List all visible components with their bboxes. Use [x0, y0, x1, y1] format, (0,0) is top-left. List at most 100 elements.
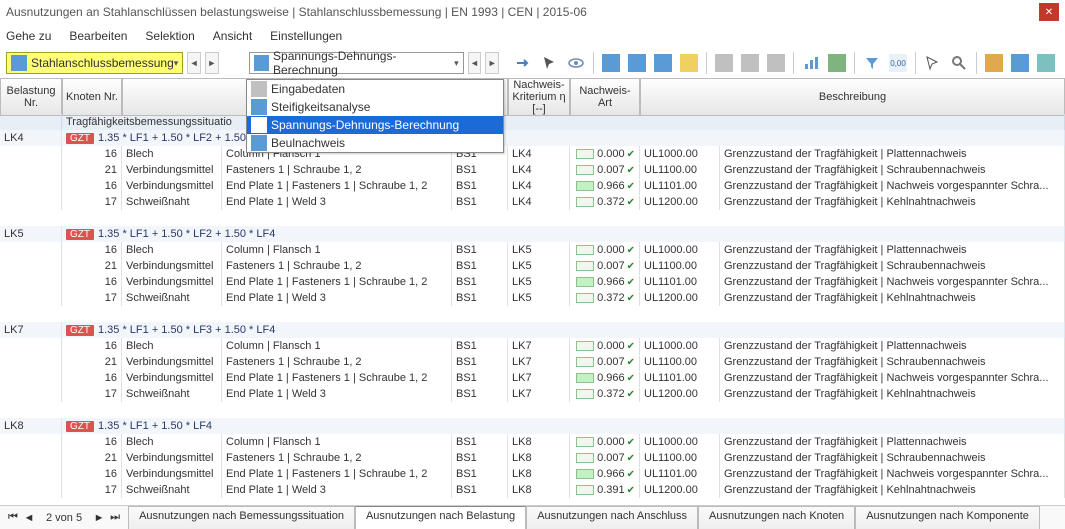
decimals-icon[interactable]: 0,00 — [886, 51, 910, 75]
cell-detail: Fasteners 1 | Schraube 1, 2 — [222, 162, 452, 178]
bar-icon — [576, 453, 594, 463]
dropdown-item-eingabedaten[interactable]: Eingabedaten — [247, 80, 503, 98]
cell-belastung — [0, 370, 62, 386]
search-icon[interactable] — [947, 51, 971, 75]
header-nachweisart[interactable]: Nachweis- Art — [570, 78, 640, 116]
footer-tabs: Ausnutzungen nach Bemessungssituation Au… — [128, 506, 1040, 529]
cell-knoten: 16 — [62, 466, 122, 482]
cell-detail: End Plate 1 | Fasteners 1 | Schraube 1, … — [222, 178, 452, 194]
cursor2-icon[interactable] — [921, 51, 945, 75]
arrow-icon[interactable] — [512, 51, 536, 75]
cell-belastung — [0, 178, 62, 194]
cell-desc: Grenzzustand der Tragfähigkeit | Kehlnah… — [720, 482, 1065, 498]
menu-edit[interactable]: Bearbeiten — [69, 29, 127, 43]
flag-icon[interactable] — [982, 51, 1006, 75]
next-page-button[interactable]: ► — [92, 512, 106, 524]
header-beschreibung[interactable]: Beschreibung — [640, 78, 1065, 116]
dropdown-item-spannung[interactable]: Spannungs-Dehnungs-Berechnung — [247, 116, 503, 134]
cell-code: UL1100.00 — [640, 258, 720, 274]
window3-icon[interactable] — [764, 51, 788, 75]
table-row[interactable]: 16BlechColumn | Flansch 1BS1LK50.000✔UL1… — [0, 242, 1065, 258]
header-knoten[interactable]: Knoten Nr. — [62, 78, 122, 116]
cell-eta: 0.372✔ — [570, 194, 640, 210]
eye-icon[interactable] — [564, 51, 588, 75]
ratio-icon[interactable] — [677, 51, 701, 75]
table-row[interactable]: 16VerbindungsmittelEnd Plate 1 | Fastene… — [0, 274, 1065, 290]
group-row[interactable]: LK8GZT1.35 * LF1 + 1.50 * LF4 — [0, 418, 1065, 434]
header-belastung[interactable]: Belastung Nr. — [0, 78, 62, 116]
beam2-icon[interactable] — [625, 51, 649, 75]
cell-desc: Grenzzustand der Tragfähigkeit | Platten… — [720, 146, 1065, 162]
menu-selection[interactable]: Selektion — [145, 29, 194, 43]
table-row[interactable]: 17SchweißnahtEnd Plate 1 | Weld 3BS1LK80… — [0, 482, 1065, 498]
cell-lk: LK4 — [508, 162, 570, 178]
table-row[interactable]: 16BlechColumn | Flansch 1BS1LK70.000✔UL1… — [0, 338, 1065, 354]
table-row[interactable]: 21VerbindungsmittelFasteners 1 | Schraub… — [0, 258, 1065, 274]
cell-bs: BS1 — [452, 386, 508, 402]
table-row[interactable]: 17SchweißnahtEnd Plate 1 | Weld 3BS1LK40… — [0, 194, 1065, 210]
table-row[interactable]: 21VerbindungsmittelFasteners 1 | Schraub… — [0, 450, 1065, 466]
excel-icon[interactable] — [825, 51, 849, 75]
nav-next-button[interactable]: ► — [205, 52, 219, 74]
cell-typ: Schweißnaht — [122, 290, 222, 306]
table-row[interactable]: 16VerbindungsmittelEnd Plate 1 | Fastene… — [0, 178, 1065, 194]
category-combo[interactable]: Stahlanschlussbemessung ▾ — [6, 52, 183, 74]
beam1-icon[interactable] — [599, 51, 623, 75]
table-row[interactable]: 16VerbindungsmittelEnd Plate 1 | Fastene… — [0, 466, 1065, 482]
tab-anschluss[interactable]: Ausnutzungen nach Anschluss — [526, 506, 698, 529]
cell-typ: Verbindungsmittel — [122, 258, 222, 274]
blank-row — [0, 402, 1065, 418]
cell-lk: LK7 — [508, 338, 570, 354]
tab-knoten[interactable]: Ausnutzungen nach Knoten — [698, 506, 855, 529]
tab-belastung[interactable]: Ausnutzungen nach Belastung — [355, 506, 526, 529]
filter-icon[interactable] — [860, 51, 884, 75]
table-row[interactable]: 17SchweißnahtEnd Plate 1 | Weld 3BS1LK70… — [0, 386, 1065, 402]
item-icon — [251, 99, 267, 115]
table-row[interactable]: 21VerbindungsmittelFasteners 1 | Schraub… — [0, 162, 1065, 178]
cell-bs: BS1 — [452, 482, 508, 498]
chart-icon[interactable] — [799, 51, 823, 75]
table-row[interactable]: 16BlechColumn | Flansch 1BS1LK40.000✔UL1… — [0, 146, 1065, 162]
table-row[interactable]: 21VerbindungsmittelFasteners 1 | Schraub… — [0, 354, 1065, 370]
dropdown-item-beulnachweis[interactable]: Beulnachweis — [247, 134, 503, 152]
cell-bs: BS1 — [452, 338, 508, 354]
window1-icon[interactable] — [712, 51, 736, 75]
combo-prev-button[interactable]: ◄ — [468, 52, 482, 74]
calc-dropdown[interactable]: Eingabedaten Steifigkeitsanalyse Spannun… — [246, 79, 504, 153]
cell-lk: LK4 — [508, 178, 570, 194]
group-row[interactable]: LK4GZT1.35 * LF1 + 1.50 * LF2 + 1.50 * L… — [0, 130, 1065, 146]
cell-detail: Fasteners 1 | Schraube 1, 2 — [222, 258, 452, 274]
bar-icon — [576, 389, 594, 399]
tab-komponente[interactable]: Ausnutzungen nach Komponente — [855, 506, 1040, 529]
cell-eta: 0.391✔ — [570, 482, 640, 498]
menu-goto[interactable]: Gehe zu — [6, 29, 51, 43]
cell-code: UL1101.00 — [640, 466, 720, 482]
tab-bemessung[interactable]: Ausnutzungen nach Bemessungssituation — [128, 506, 355, 529]
group-row[interactable]: LK7GZT1.35 * LF1 + 1.50 * LF3 + 1.50 * L… — [0, 322, 1065, 338]
menu-settings[interactable]: Einstellungen — [270, 29, 342, 43]
last-page-button[interactable]: ⏭ — [108, 511, 122, 524]
nav-prev-button[interactable]: ◄ — [187, 52, 201, 74]
cell-desc: Grenzzustand der Tragfähigkeit | Nachwei… — [720, 178, 1065, 194]
export-icon[interactable] — [1034, 51, 1058, 75]
window2-icon[interactable] — [738, 51, 762, 75]
table-row[interactable]: 17SchweißnahtEnd Plate 1 | Weld 3BS1LK50… — [0, 290, 1065, 306]
header-kriterium[interactable]: Nachweis- Kriterium η [--] — [508, 78, 570, 116]
combo-next-button[interactable]: ► — [485, 52, 499, 74]
cell-belastung — [0, 290, 62, 306]
cursor-icon[interactable] — [538, 51, 562, 75]
calc-combo[interactable]: Spannungs-Dehnungs-Berechnung ▾ — [249, 52, 464, 74]
dropdown-item-steifigkeit[interactable]: Steifigkeitsanalyse — [247, 98, 503, 116]
group-row[interactable]: LK5GZT1.35 * LF1 + 1.50 * LF2 + 1.50 * L… — [0, 226, 1065, 242]
cell-desc: Grenzzustand der Tragfähigkeit | Platten… — [720, 434, 1065, 450]
beam3-icon[interactable] — [651, 51, 675, 75]
table-row[interactable]: 16VerbindungsmittelEnd Plate 1 | Fastene… — [0, 370, 1065, 386]
first-page-button[interactable]: ⏮ — [6, 511, 20, 524]
connection-icon[interactable] — [1008, 51, 1032, 75]
table-row[interactable]: 16BlechColumn | Flansch 1BS1LK80.000✔UL1… — [0, 434, 1065, 450]
prev-page-button[interactable]: ◄ — [22, 512, 36, 524]
cell-knoten: 16 — [62, 434, 122, 450]
close-button[interactable]: ✕ — [1039, 3, 1059, 21]
situation-row[interactable]: Tragfähigkeitsbemessungssituatio — [0, 114, 1065, 130]
menu-view[interactable]: Ansicht — [213, 29, 252, 43]
